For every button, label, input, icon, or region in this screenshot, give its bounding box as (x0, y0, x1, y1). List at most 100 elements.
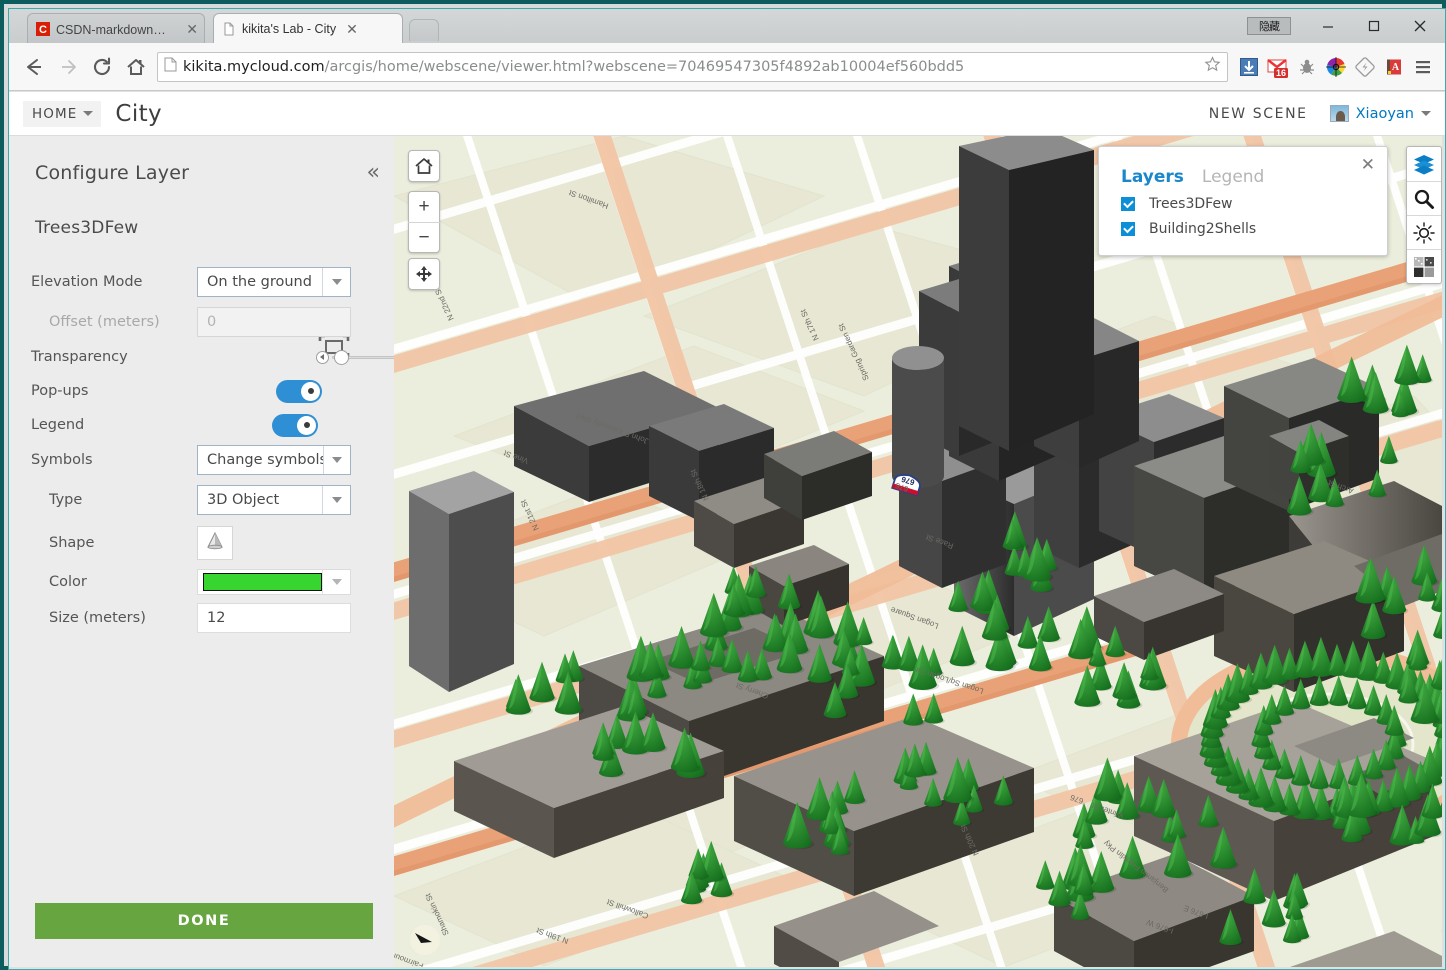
browser-tab-2-close-icon[interactable]: ✕ (346, 22, 358, 36)
star-icon[interactable] (1196, 55, 1221, 78)
layer-list-item-buildings[interactable]: Building2Shells (1099, 212, 1387, 237)
symbols-value: Change symbols (207, 452, 323, 468)
browser-nav-bar: kikita.mycloud.com/arcgis/home/webscene/… (9, 43, 1445, 91)
map-zoom-controls: + − (408, 191, 440, 253)
user-name: Xiaoyan (1355, 105, 1414, 122)
tab-legend[interactable]: Legend (1202, 167, 1264, 187)
download-icon[interactable] (1234, 52, 1263, 82)
app-header: HOME City NEW SCENE Xiaoyan (9, 92, 1445, 136)
tab-layers[interactable]: Layers (1121, 167, 1184, 187)
popups-label: Pop-ups (31, 383, 89, 399)
map-tools-toolbar (1406, 146, 1442, 284)
browser-tab-strip: C CSDN-markdown编辑器 ✕ kikita's Lab - City… (9, 9, 1445, 43)
home-icon[interactable] (119, 50, 153, 84)
chevron-down-icon[interactable] (322, 570, 350, 594)
elevation-mode-label: Elevation Mode (31, 274, 143, 290)
minimize-button[interactable] (1305, 11, 1351, 41)
svg-text:A: A (1391, 62, 1399, 73)
map-home-button[interactable] (408, 150, 440, 182)
layers-panel-tabs: Layers Legend (1099, 161, 1387, 187)
symbols-label: Symbols (31, 452, 93, 468)
app-header-right: NEW SCENE Xiaoyan (1209, 105, 1431, 122)
map-pan-button[interactable] (408, 258, 440, 290)
done-button[interactable]: DONE (35, 903, 373, 939)
slider-decrease-icon[interactable] (315, 350, 329, 364)
home-icon[interactable] (408, 151, 440, 181)
new-tab-button[interactable] (409, 19, 439, 41)
map-viewport[interactable]: 676 676 Logan SquareLogan Sq/Logan CirRa… (394, 136, 1442, 967)
offset-label: Offset (meters) (49, 314, 160, 330)
layer-label: Trees3DFew (1149, 196, 1233, 212)
layer-name: Trees3DFew (35, 218, 139, 238)
new-scene-button[interactable]: NEW SCENE (1209, 106, 1308, 122)
symbols-select[interactable]: Change symbols (197, 445, 351, 475)
gmail-icon[interactable]: 16 (1263, 52, 1292, 82)
chevron-down-icon[interactable] (322, 486, 350, 514)
window-frame: C CSDN-markdown编辑器 ✕ kikita's Lab - City… (0, 0, 1446, 970)
zoom-in-button[interactable]: + (408, 192, 440, 222)
panel-title: Configure Layer (35, 162, 190, 184)
pan-icon[interactable] (408, 259, 440, 289)
slider-thumb[interactable] (333, 349, 349, 365)
layer-list-item-trees[interactable]: Trees3DFew (1099, 187, 1387, 212)
color-wheel-icon[interactable] (1321, 52, 1350, 82)
forward-arrow-icon[interactable] (51, 50, 85, 84)
chevron-down-icon[interactable] (322, 268, 350, 296)
zoom-out-button[interactable]: − (408, 222, 440, 252)
application-window: C CSDN-markdown编辑器 ✕ kikita's Lab - City… (0, 0, 1446, 970)
address-bar-url: kikita.mycloud.com/arcgis/home/webscene/… (183, 59, 964, 75)
chevron-down-icon (1421, 111, 1431, 116)
popups-toggle[interactable] (276, 379, 323, 403)
address-bar-path: /arcgis/home/webscene/viewer.html?websce… (324, 58, 965, 75)
type-label: Type (49, 492, 83, 508)
browser-tab-1-close-icon[interactable]: ✕ (186, 22, 198, 36)
menu-icon[interactable] (1408, 52, 1437, 82)
gmail-badge-count: 16 (1275, 68, 1285, 78)
type-value: 3D Object (207, 492, 280, 508)
home-menu-label: HOME (32, 105, 78, 122)
chevron-down-icon[interactable] (322, 446, 350, 474)
layers-icon[interactable] (1407, 147, 1441, 181)
shape-button[interactable] (197, 526, 233, 560)
address-bar[interactable]: kikita.mycloud.com/arcgis/home/webscene/… (157, 51, 1228, 82)
transparency-label: Transparency (31, 349, 128, 365)
hide-button[interactable]: 隐藏 (1247, 17, 1291, 35)
color-swatch (203, 573, 323, 591)
address-bar-host: kikita.mycloud.com (183, 58, 325, 75)
elevation-mode-select[interactable]: On the ground (197, 267, 351, 297)
browser-tab-1[interactable]: C CSDN-markdown编辑器 ✕ (27, 13, 205, 43)
bug-icon[interactable] (1292, 52, 1321, 82)
basemap-icon[interactable] (1407, 249, 1441, 283)
close-button[interactable] (1397, 11, 1443, 41)
home-menu-button[interactable]: HOME (23, 100, 102, 127)
back-arrow-icon[interactable] (17, 50, 51, 84)
daylight-icon[interactable] (1407, 215, 1441, 249)
browser-tab-2[interactable]: kikita's Lab - City ✕ (213, 13, 403, 43)
window-inner: C CSDN-markdown编辑器 ✕ kikita's Lab - City… (8, 8, 1446, 970)
red-book-icon[interactable]: A (1379, 52, 1408, 82)
toggle-knob (297, 415, 317, 435)
layers-panel: ✕ Layers Legend Trees3DFew Building2Shel… (1098, 146, 1388, 256)
compass-icon[interactable] (408, 923, 442, 957)
size-label: Size (meters) (49, 610, 146, 626)
size-input[interactable]: 12 (197, 603, 351, 633)
collapse-panel-icon[interactable]: « (367, 162, 380, 184)
browser-tab-2-title: kikita's Lab - City (242, 21, 337, 36)
csdn-icon: C (36, 21, 50, 36)
offset-input[interactable]: 0 (197, 307, 351, 337)
svg-text:C: C (39, 24, 47, 36)
type-select[interactable]: 3D Object (197, 485, 351, 515)
layer-checkbox[interactable] (1121, 222, 1135, 236)
page-info-icon (164, 57, 177, 77)
reload-icon[interactable] (85, 50, 119, 84)
maximize-button[interactable] (1351, 11, 1397, 41)
legend-toggle[interactable] (272, 413, 319, 437)
color-picker[interactable] (197, 569, 351, 595)
diamond-icon[interactable] (1350, 52, 1379, 82)
search-icon[interactable] (1407, 181, 1441, 215)
map-scene: 676 676 Logan SquareLogan Sq/Logan CirRa… (394, 136, 1442, 967)
close-icon[interactable]: ✕ (1361, 155, 1375, 175)
toggle-knob (301, 381, 321, 401)
user-menu[interactable]: Xiaoyan (1329, 105, 1431, 122)
layer-checkbox[interactable] (1121, 197, 1135, 211)
